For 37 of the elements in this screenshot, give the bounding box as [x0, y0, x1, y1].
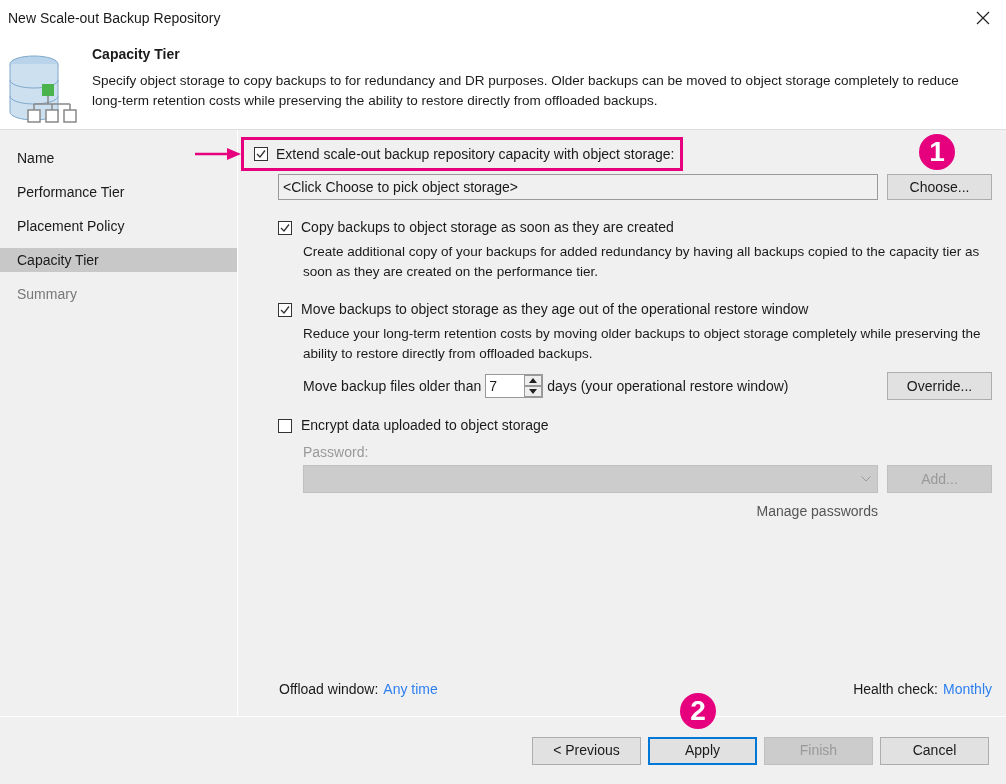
move-age-label: Move backup files older than	[303, 376, 482, 396]
pointer-arrow	[195, 148, 241, 160]
checkbox[interactable]	[278, 418, 292, 433]
checkbox[interactable]	[254, 147, 268, 161]
checkbox[interactable]	[278, 220, 292, 235]
checkbox[interactable]	[278, 302, 292, 317]
wizard-button[interactable]: < Previous	[532, 736, 641, 765]
wizard-button[interactable]: Apply	[648, 736, 757, 765]
wizard-button[interactable]: Cancel	[880, 736, 989, 765]
override-button[interactable]: Override...	[887, 372, 992, 400]
object-storage-field[interactable]: <Click Choose to pick object storage>	[278, 174, 878, 200]
wizard-step[interactable]: Performance Tier	[0, 180, 129, 204]
encrypt-label: Encrypt data uploaded to object storage	[301, 416, 549, 435]
window-title: New Scale-out Backup Repository	[8, 8, 221, 28]
chevron-down-icon	[861, 476, 871, 482]
option-description: Reduce your long-term retention costs by moving older backups to object storage completely while preserving the ability to restore directly from offloaded backups.	[303, 325, 982, 363]
manage-passwords-link[interactable]: Manage passwords	[756, 501, 878, 522]
option-label: Move backups to object storage as they age out of the operational restore window	[301, 300, 809, 319]
step-number-badge: 1	[919, 134, 955, 170]
setting-link[interactable]: Monthly	[942, 679, 992, 700]
days-spinbox[interactable]: 7	[485, 374, 544, 398]
close-icon[interactable]	[976, 11, 990, 25]
wizard-step[interactable]: Capacity Tier	[0, 248, 237, 272]
move-age-suffix: days (your operational restore window)	[547, 376, 789, 396]
password-label: Password:	[303, 443, 370, 462]
option-description: Create additional copy of your backups for added redundancy by having all backups copied to the capacity tier as soon as they are created on the performance tier.	[303, 243, 981, 281]
page-title: Capacity Tier	[92, 45, 181, 64]
setting-label: Health check:	[853, 680, 938, 699]
wizard-step[interactable]: Name	[0, 146, 59, 170]
option-label: Copy backups to object storage as soon as they are created	[301, 218, 674, 237]
wizard-step[interactable]: Placement Policy	[0, 214, 129, 238]
choose-button[interactable]: Choose...	[887, 174, 992, 200]
setting-label: Offload window:	[279, 680, 379, 699]
step-number-badge: 2	[680, 692, 716, 729]
extend-checkbox-row[interactable]: Extend scale-out backup repository capacity with object storage:	[241, 137, 684, 171]
spin-arrows-icon[interactable]	[524, 375, 543, 397]
page-description: Specify object storage to copy backups to for redundancy and DR purposes. Older backups can be moved to object storage completely to reduce long-term retention costs while preserving the ability to restore directly from offloaded backups.	[92, 72, 960, 110]
